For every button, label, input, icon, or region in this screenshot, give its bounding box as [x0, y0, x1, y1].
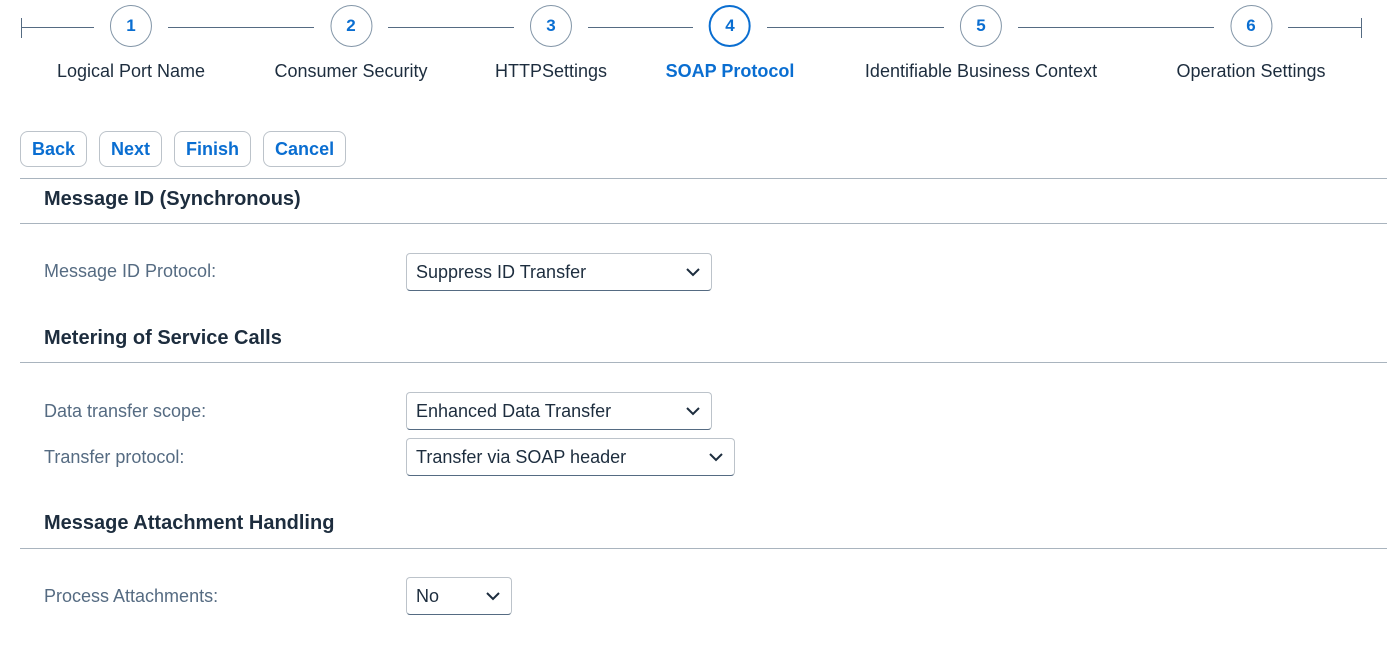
chevron-down-icon[interactable] [698, 452, 734, 462]
message-id-protocol-select[interactable]: Suppress ID Transfer [406, 253, 712, 291]
finish-button[interactable]: Finish [174, 131, 252, 167]
wizard-progress-bar: 1 Logical Port Name 2 Consumer Security … [0, 0, 1387, 100]
wizard-start-cap [21, 18, 22, 38]
step-number-badge[interactable]: 1 [109, 5, 152, 47]
step-label[interactable]: Operation Settings [1176, 61, 1325, 82]
step-label[interactable]: Identifiable Business Context [865, 61, 1097, 82]
step-number-badge[interactable]: 6 [1230, 5, 1272, 47]
section-divider [20, 178, 1387, 179]
wizard-step-identifiable-business-context[interactable]: 5 Identifiable Business Context [865, 5, 1097, 82]
step-label[interactable]: Consumer Security [274, 61, 427, 82]
wizard-step-operation-settings[interactable]: 6 Operation Settings [1176, 5, 1326, 82]
section-divider [20, 223, 1387, 224]
step-number-badge[interactable]: 5 [959, 5, 1002, 47]
section-divider [20, 548, 1387, 549]
select-value: Suppress ID Transfer [416, 261, 587, 282]
select-value: Transfer via SOAP header [416, 446, 627, 467]
transfer-protocol-label: Transfer protocol: [44, 447, 185, 467]
process-attachments-label: Process Attachments: [44, 586, 219, 606]
step-label[interactable]: SOAP Protocol [666, 61, 795, 82]
data-transfer-scope-select[interactable]: Enhanced Data Transfer [406, 392, 712, 430]
back-button[interactable]: Back [20, 131, 88, 167]
step-label[interactable]: HTTPSettings [495, 61, 607, 82]
wizard-end-cap [1361, 18, 1362, 38]
step-number-badge[interactable]: 4 [708, 5, 751, 47]
wizard-step-logical-port-name[interactable]: 1 Logical Port Name [57, 5, 205, 82]
cancel-button[interactable]: Cancel [263, 131, 347, 167]
message-id-protocol-label: Message ID Protocol: [44, 261, 217, 281]
section-title-metering: Metering of Service Calls [44, 327, 282, 349]
section-divider [20, 362, 1387, 363]
chevron-down-icon[interactable] [675, 267, 711, 277]
next-button[interactable]: Next [99, 131, 163, 167]
select-value: Enhanced Data Transfer [416, 400, 612, 421]
section-title-attachments: Message Attachment Handling [44, 512, 335, 534]
step-number-badge[interactable]: 2 [330, 5, 372, 47]
wizard-toolbar: Back Next Finish Cancel [20, 131, 347, 167]
chevron-down-icon[interactable] [675, 406, 711, 416]
select-value: No [416, 585, 440, 606]
process-attachments-select[interactable]: No [406, 577, 512, 615]
step-label[interactable]: Logical Port Name [57, 61, 205, 82]
chevron-down-icon[interactable] [475, 591, 511, 601]
wizard-step-http-settings[interactable]: 3 HTTPSettings [495, 5, 607, 82]
section-title-message-id: Message ID (Synchronous) [44, 188, 301, 210]
transfer-protocol-select[interactable]: Transfer via SOAP header [406, 438, 735, 476]
step-number-badge[interactable]: 3 [529, 5, 572, 47]
data-transfer-scope-label: Data transfer scope: [44, 401, 207, 421]
wizard-step-soap-protocol[interactable]: 4 SOAP Protocol [666, 5, 795, 82]
wizard-step-consumer-security[interactable]: 2 Consumer Security [274, 5, 428, 82]
